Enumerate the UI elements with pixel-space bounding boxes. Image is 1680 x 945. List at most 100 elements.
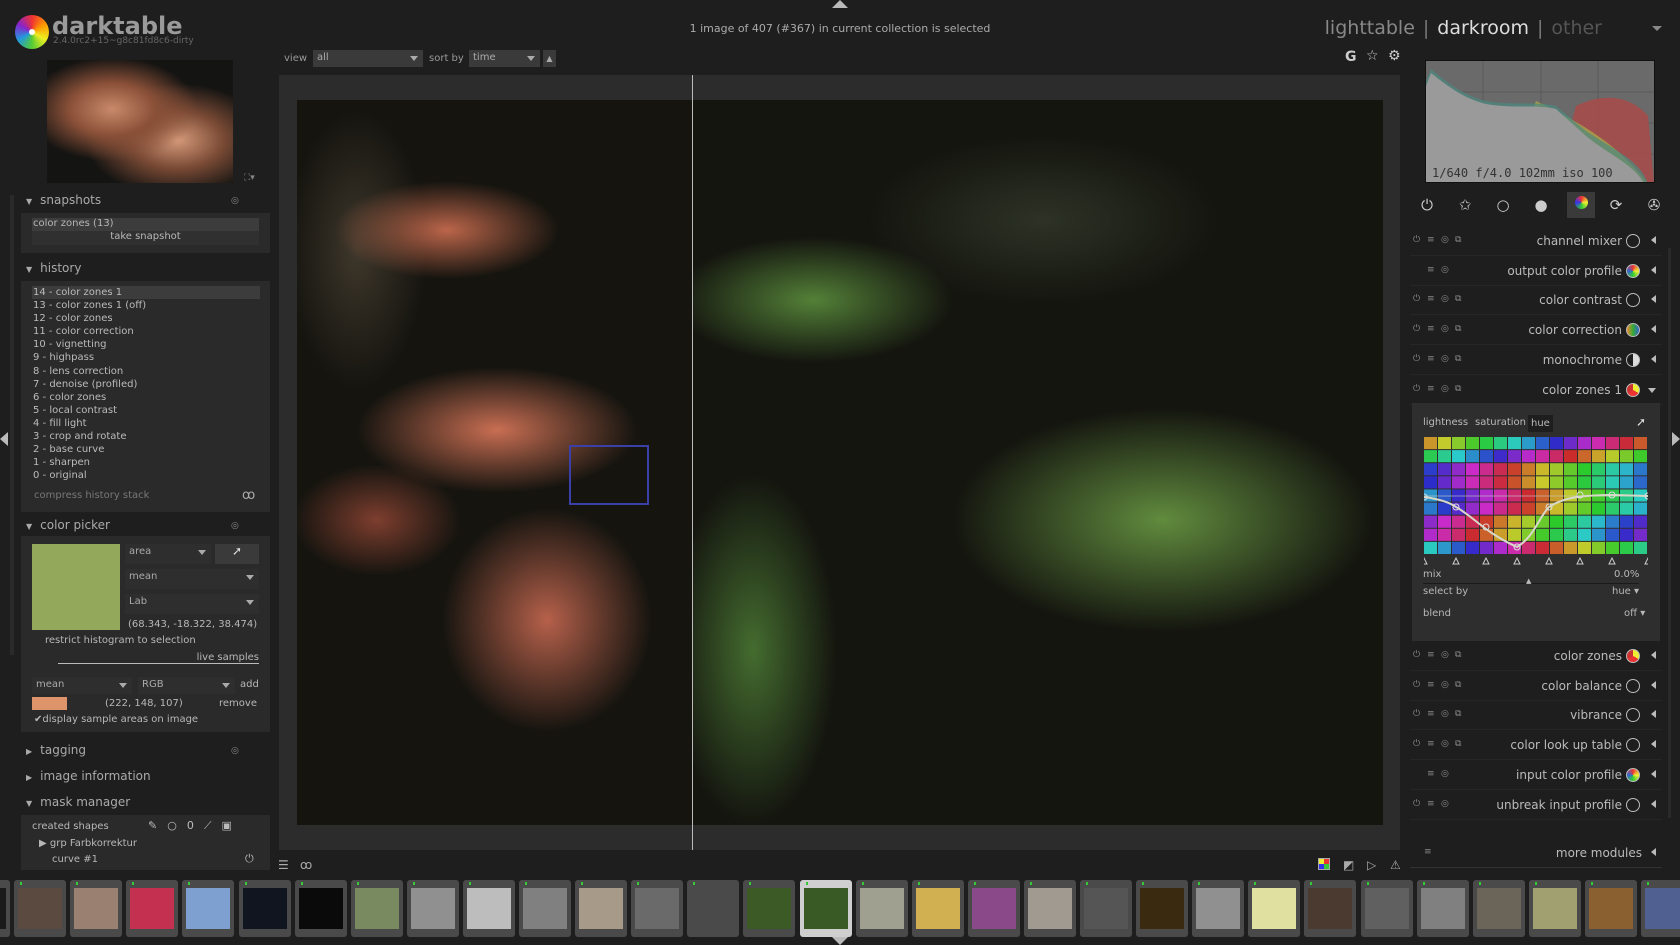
module-color-contrast[interactable]: ⏻ ≡ ◎ ⧉ color contrast xyxy=(1410,286,1662,316)
mask-curve-item[interactable]: curve #1 xyxy=(52,854,98,865)
expand-icon[interactable] xyxy=(1651,799,1656,808)
power-icon[interactable]: ⏻ xyxy=(1413,709,1425,719)
presets-icon[interactable]: ≡ xyxy=(1427,235,1440,245)
filmstrip-thumbnail[interactable] xyxy=(575,880,628,937)
reset-icon[interactable]: ◎ xyxy=(1441,650,1454,660)
mix-slider-handle[interactable]: ▲ xyxy=(1526,577,1531,585)
presets-icon[interactable]: ≡ xyxy=(1427,354,1440,364)
reset-icon[interactable]: ◎ xyxy=(1441,739,1454,749)
tagging-header[interactable]: ▶ tagging xyxy=(26,743,86,757)
presets-icon[interactable]: ≡ xyxy=(1427,324,1440,334)
presets-icon[interactable]: ≡ xyxy=(1427,384,1440,394)
module-input-color-profile[interactable]: ≡ ◎ input color profile xyxy=(1410,760,1662,790)
power-icon[interactable]: ⏻ xyxy=(1413,235,1425,245)
raw-overexposed-icon[interactable]: ▷ xyxy=(1367,858,1376,872)
reset-icon[interactable]: ◎ xyxy=(1441,799,1454,809)
presets-icon[interactable]: ≡ xyxy=(1427,769,1440,779)
reset-icon[interactable]: ◎ xyxy=(1441,354,1454,364)
tab-lightness[interactable]: lightness xyxy=(1423,417,1468,428)
expand-icon[interactable] xyxy=(1651,236,1656,244)
snapshot-item[interactable]: color zones (13) xyxy=(32,218,259,231)
color-picker-header[interactable]: ▼ color picker xyxy=(26,518,110,532)
more-modules[interactable]: ≡ more modules xyxy=(1410,839,1662,868)
filmstrip-thumbnail[interactable] xyxy=(1248,880,1301,937)
expand-icon[interactable] xyxy=(1651,680,1656,689)
display-samples-checkbox[interactable]: ✔display sample areas on image xyxy=(34,714,198,725)
multi-instance-icon[interactable]: ⧉ xyxy=(1455,680,1466,690)
history-item[interactable]: 8 - lens correction xyxy=(21,365,270,378)
multi-instance-icon[interactable]: ⧉ xyxy=(1455,650,1466,660)
tagging-preset-icon[interactable]: ◎ xyxy=(231,746,239,756)
multi-instance-icon[interactable]: ⧉ xyxy=(1455,294,1466,304)
multi-instance-icon[interactable]: ⧉ xyxy=(1455,324,1466,334)
remove-sample-button[interactable]: remove xyxy=(219,698,257,709)
module-vibrance[interactable]: ⏻ ≡ ◎ ⧉ vibrance xyxy=(1410,701,1662,731)
filmstrip-thumbnail[interactable] xyxy=(294,880,347,937)
picker-colorspace-select[interactable]: Lab xyxy=(125,594,259,614)
history-item[interactable]: 11 - color correction xyxy=(21,325,270,338)
view-other[interactable]: other xyxy=(1551,17,1602,39)
module-color-look-up-table[interactable]: ⏻ ≡ ◎ ⧉ color look up table xyxy=(1410,731,1662,761)
reset-icon[interactable]: ◎ xyxy=(1441,324,1454,334)
navigation-preview[interactable] xyxy=(47,60,233,183)
filmstrip-thumbnail[interactable] xyxy=(350,880,403,937)
star-icon[interactable]: ☆ xyxy=(1366,48,1379,64)
module-color-balance[interactable]: ⏻ ≡ ◎ ⧉ color balance xyxy=(1410,671,1662,701)
filmstrip-thumbnail[interactable] xyxy=(1023,880,1076,937)
snapshots-preset-icon[interactable]: ◎ xyxy=(231,196,239,206)
image-information-header[interactable]: ▶ image information xyxy=(26,769,151,783)
history-item[interactable]: 7 - denoise (profiled) xyxy=(21,378,270,391)
module-color-correction[interactable]: ⏻ ≡ ◎ ⧉ color correction xyxy=(1410,316,1662,346)
global-g-icon[interactable]: G xyxy=(1345,49,1357,65)
softproof-icon[interactable]: ◩ xyxy=(1343,858,1354,872)
quick-presets-icon[interactable]: ☰ xyxy=(278,858,289,872)
gear-icon[interactable]: ⚙ xyxy=(1388,48,1401,64)
history-item[interactable]: 10 - vignetting xyxy=(21,338,270,351)
filmstrip-thumbnail[interactable] xyxy=(855,880,908,937)
history-item[interactable]: 3 - crop and rotate xyxy=(21,430,270,443)
filmstrip-thumbnail[interactable] xyxy=(1080,880,1132,937)
filmstrip-thumbnail[interactable] xyxy=(1641,880,1680,937)
histogram[interactable]: 1/640 f/4.0 102mm iso 100 xyxy=(1425,60,1655,183)
color-sample-area[interactable] xyxy=(569,445,649,505)
expand-icon[interactable] xyxy=(1651,769,1656,778)
filmstrip-thumbnail[interactable] xyxy=(911,880,964,937)
filmstrip-thumbnail[interactable] xyxy=(238,880,291,937)
view-filter-select[interactable]: all xyxy=(313,50,423,67)
presets-icon[interactable]: ≡ xyxy=(1427,294,1440,304)
expand-icon[interactable] xyxy=(1651,651,1656,659)
history-item[interactable]: 4 - fill light xyxy=(21,417,270,430)
multi-instance-icon[interactable]: ⧉ xyxy=(1455,739,1466,749)
gamut-check-icon[interactable] xyxy=(1318,858,1330,870)
expand-icon[interactable] xyxy=(1651,710,1656,719)
left-scrollbar[interactable] xyxy=(10,195,14,655)
add-sample-button[interactable]: add xyxy=(240,679,259,690)
history-create-style-icon[interactable]: ꝏ xyxy=(242,488,255,503)
multi-instance-icon[interactable]: ⧉ xyxy=(1455,384,1466,394)
group-active-icon[interactable]: ⏻ xyxy=(1416,196,1438,214)
reset-icon[interactable]: ◎ xyxy=(1441,680,1454,690)
power-icon[interactable]: ⏻ xyxy=(1413,739,1425,749)
sort-order-button[interactable]: ▲ xyxy=(543,50,556,67)
power-icon[interactable]: ⏻ xyxy=(1413,384,1425,394)
history-item[interactable]: 12 - color zones xyxy=(21,312,270,325)
zoom-fit-icon[interactable]: ⛶▾ xyxy=(244,173,255,183)
multi-instance-icon[interactable]: ⧉ xyxy=(1455,235,1466,245)
top-panel-toggle[interactable] xyxy=(832,0,848,8)
group-correct-icon[interactable]: ⟳ xyxy=(1605,196,1627,214)
filmstrip-thumbnail[interactable] xyxy=(799,880,852,937)
filmstrip-thumbnail[interactable] xyxy=(14,880,67,937)
filmstrip-thumbnail[interactable] xyxy=(462,880,515,937)
filmstrip-thumbnail[interactable] xyxy=(519,880,571,937)
filmstrip-thumbnail[interactable] xyxy=(0,880,10,937)
presets-icon[interactable]: ≡ xyxy=(1427,709,1440,719)
power-icon[interactable]: ⏻ xyxy=(1413,650,1425,660)
more-modules-presets-icon[interactable]: ≡ xyxy=(1424,847,1437,857)
image-preview[interactable] xyxy=(297,100,1383,825)
bottom-panel-toggle[interactable] xyxy=(832,937,848,945)
color-picker-icon[interactable]: ➚ xyxy=(215,544,259,564)
group-basic-icon[interactable]: ○ xyxy=(1492,196,1514,214)
filmstrip[interactable] xyxy=(0,880,1680,937)
expand-icon[interactable] xyxy=(1651,265,1656,274)
history-item[interactable]: 13 - color zones 1 (off) xyxy=(21,299,270,312)
